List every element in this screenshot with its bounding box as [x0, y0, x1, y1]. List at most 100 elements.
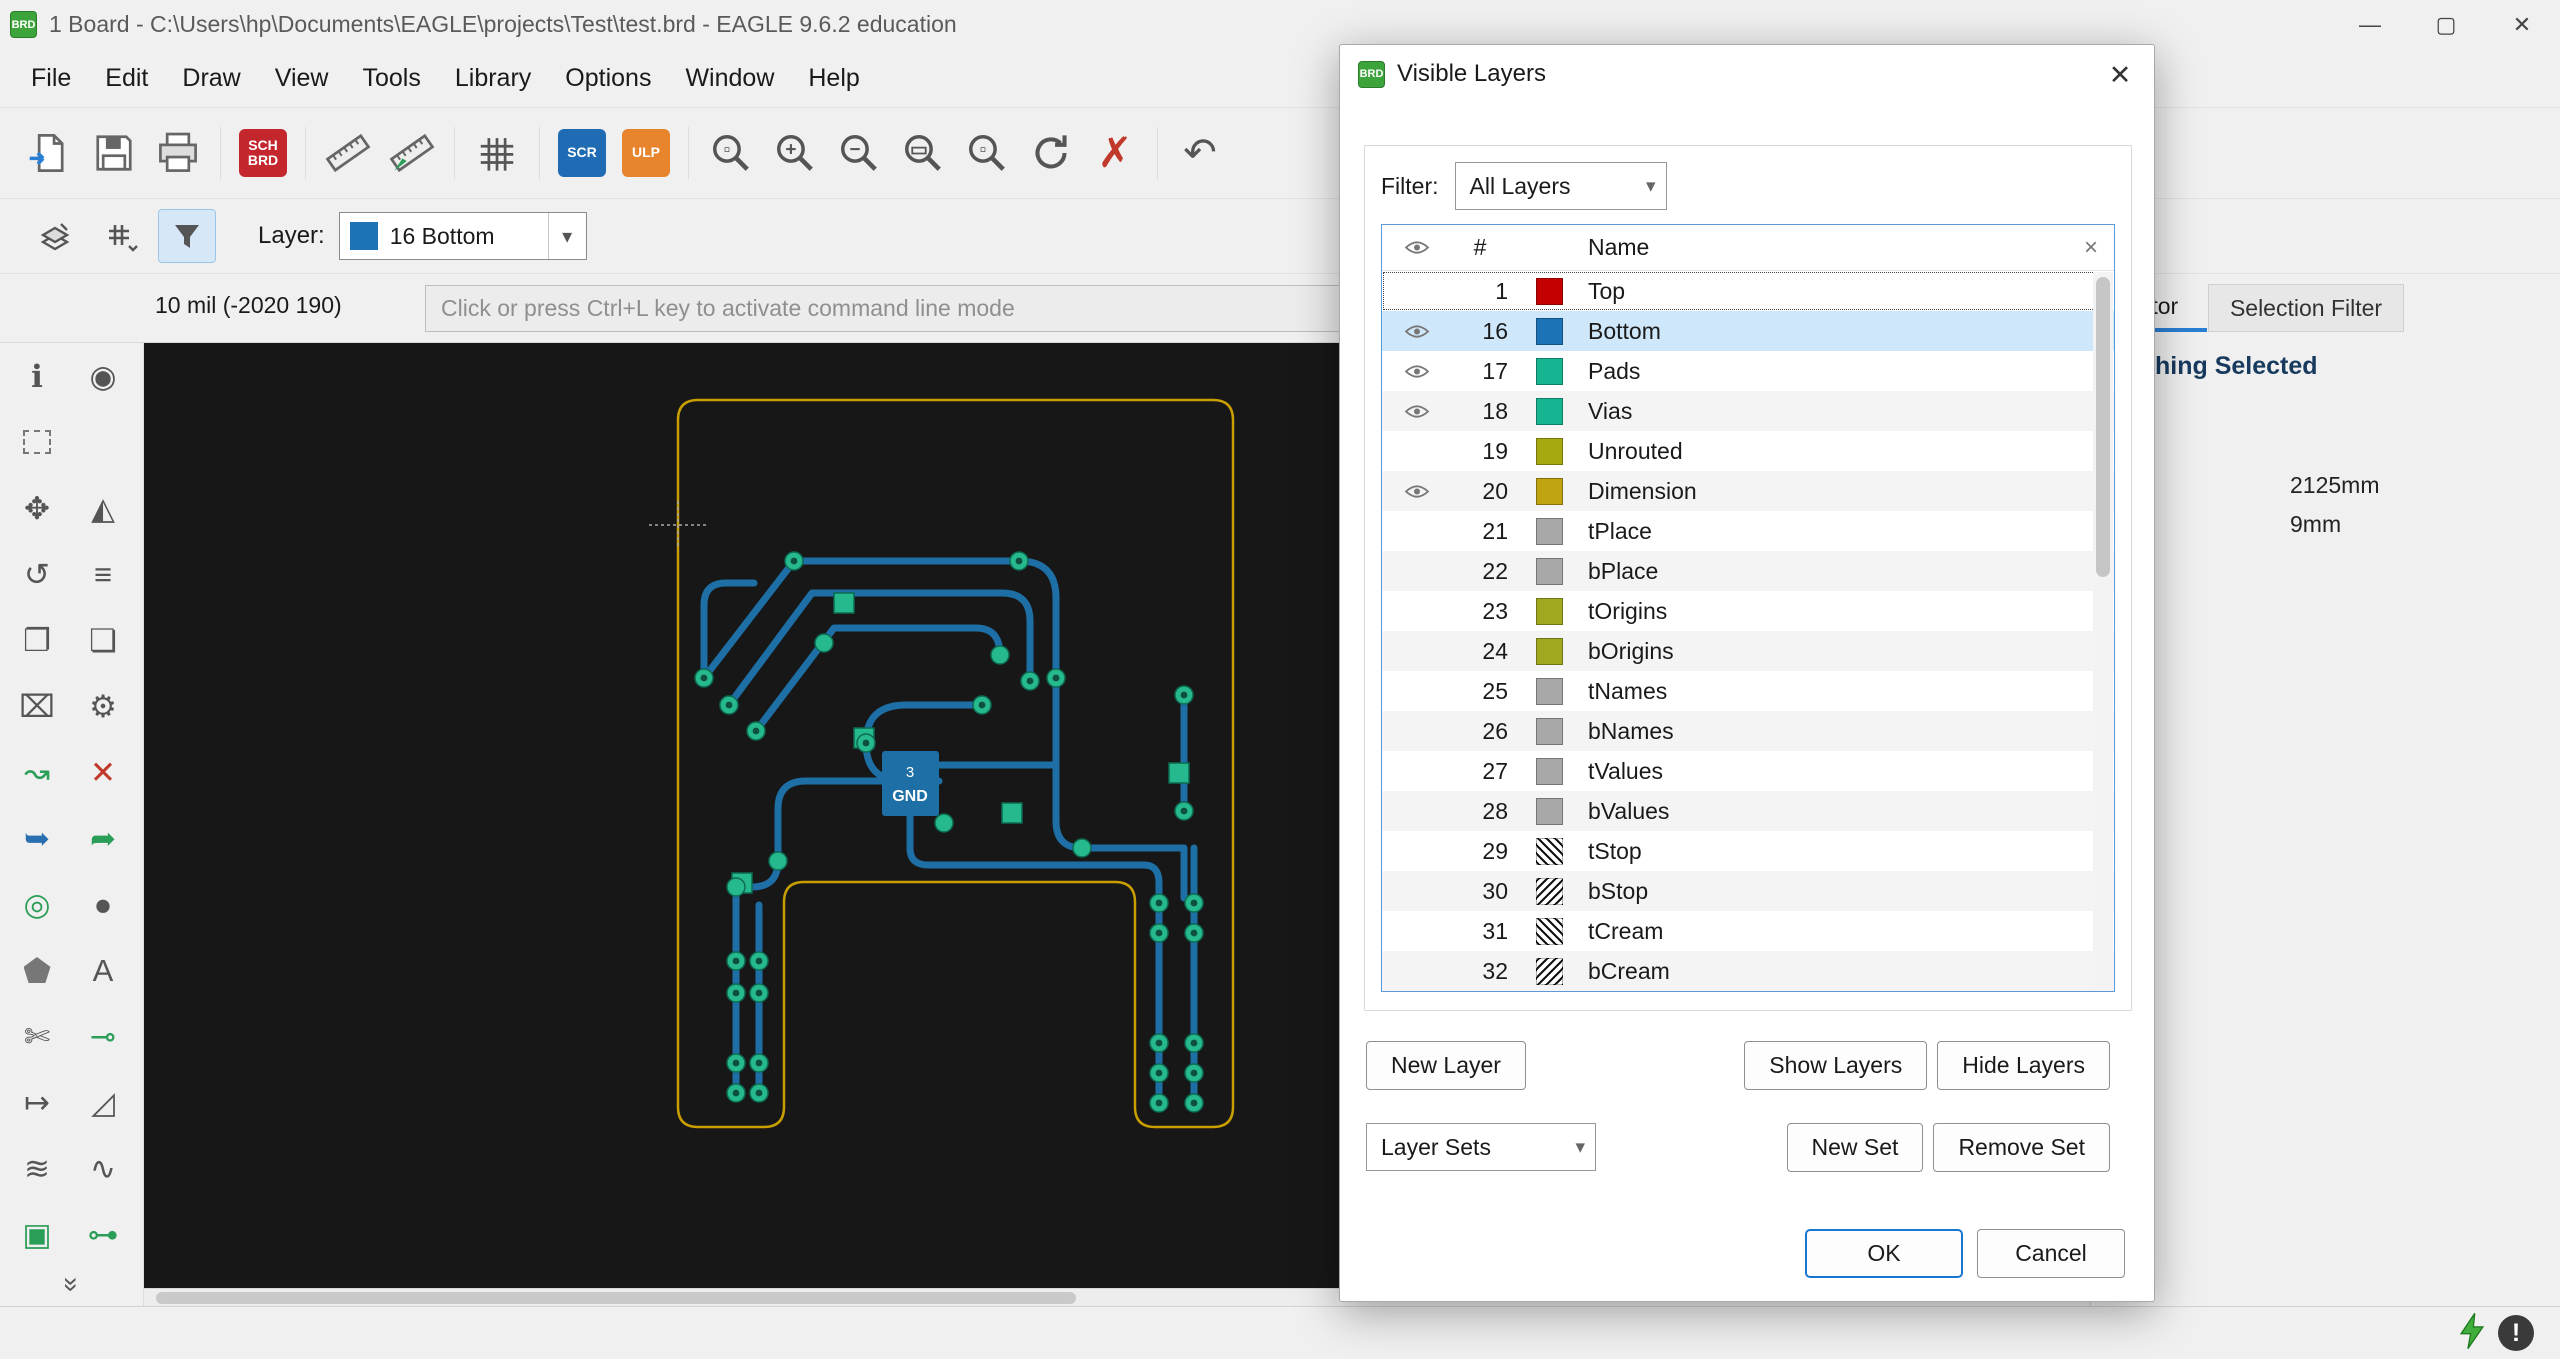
undo-button[interactable]: ↶ [1168, 121, 1232, 185]
schematic-board-toggle-button[interactable]: SCH BRD [231, 121, 295, 185]
layer-stack-icon[interactable] [26, 209, 84, 263]
layer-row-tOrigins[interactable]: 23 tOrigins [1382, 591, 2114, 631]
package-3d-icon[interactable]: ▣ [8, 1205, 66, 1263]
sidebar-collapse-chevron-icon[interactable]: » [0, 1269, 143, 1300]
layer-visibility-eye-icon[interactable] [1382, 404, 1452, 419]
layer-visibility-eye-icon[interactable] [1382, 484, 1452, 499]
grid-settings-icon[interactable] [92, 209, 150, 263]
select-marquee-icon[interactable] [8, 413, 66, 471]
measure-ruler-button[interactable] [316, 121, 380, 185]
layer-row-tCream[interactable]: 31 tCream [1382, 911, 2114, 951]
new-set-button[interactable]: New Set [1786, 1123, 1924, 1172]
print-button[interactable] [146, 121, 210, 185]
layer-row-bCream[interactable]: 32 bCream [1382, 951, 2114, 991]
polygon-icon[interactable] [8, 941, 66, 999]
layer-row-tStop[interactable]: 29 tStop [1382, 831, 2114, 871]
selection-filter-funnel-icon[interactable] [158, 209, 216, 263]
layer-row-Vias[interactable]: 18 Vias [1382, 391, 2114, 431]
dialog-close-icon[interactable]: ✕ [2094, 53, 2146, 97]
ulp-button[interactable]: ULP [614, 121, 678, 185]
show-layers-button[interactable]: Show Layers [1744, 1041, 1928, 1090]
zoom-redraw-button[interactable]: ▫ [955, 121, 1019, 185]
copy-icon[interactable]: ❐ [8, 611, 66, 669]
pin-icon[interactable]: ⊶ [74, 1205, 132, 1263]
maximize-button[interactable]: ▢ [2408, 0, 2484, 49]
menu-view[interactable]: View [258, 56, 346, 101]
layer-visibility-eye-icon[interactable] [1382, 364, 1452, 379]
measure-import-ruler-button[interactable] [380, 121, 444, 185]
zoom-out-button[interactable]: − [827, 121, 891, 185]
zoom-in-button[interactable]: + [763, 121, 827, 185]
wrench-icon[interactable]: ⚙ [74, 677, 132, 735]
delete-column-header[interactable]: × [2068, 234, 2114, 262]
menu-edit[interactable]: Edit [88, 56, 165, 101]
layer-row-bPlace[interactable]: 22 bPlace [1382, 551, 2114, 591]
menu-options[interactable]: Options [548, 56, 668, 101]
circle-icon[interactable]: ● [74, 875, 132, 933]
text-icon[interactable]: A [74, 941, 132, 999]
gnd-component[interactable]: 3 GND [882, 751, 939, 816]
name-column-header[interactable]: Name [1584, 234, 2068, 261]
delete-icon[interactable]: ⌧ [8, 677, 66, 735]
dimension-icon[interactable]: ↦ [8, 1073, 66, 1131]
layer-row-bNames[interactable]: 26 bNames [1382, 711, 2114, 751]
save-button[interactable] [82, 121, 146, 185]
menu-window[interactable]: Window [668, 56, 791, 101]
layer-row-bOrigins[interactable]: 24 bOrigins [1382, 631, 2114, 671]
zoom-fit-button[interactable]: ▭ [891, 121, 955, 185]
minimize-button[interactable]: — [2332, 0, 2408, 49]
route-icon[interactable]: ↝ [8, 743, 66, 801]
layer-row-Top[interactable]: 1 Top [1382, 271, 2114, 311]
menu-help[interactable]: Help [791, 56, 876, 101]
tab-selection-filter[interactable]: Selection Filter [2208, 284, 2404, 332]
layer-row-tPlace[interactable]: 21 tPlace [1382, 511, 2114, 551]
measure-icon[interactable]: ◿ [74, 1073, 132, 1131]
autorouter-lightning-icon[interactable] [2458, 1312, 2486, 1355]
menu-draw[interactable]: Draw [165, 56, 257, 101]
split-icon[interactable]: ✄ [8, 1007, 66, 1065]
layer-list-scrollbar[interactable] [2093, 272, 2113, 990]
menu-file[interactable]: File [14, 56, 88, 101]
dialog-title-bar[interactable]: BRD Visible Layers [1340, 45, 2154, 103]
layer-row-Pads[interactable]: 17 Pads [1382, 351, 2114, 391]
align-icon[interactable]: ≡ [74, 545, 132, 603]
error-alert-icon[interactable]: ! [2498, 1315, 2534, 1351]
remove-set-button[interactable]: Remove Set [1933, 1123, 2110, 1172]
layer-row-Unrouted[interactable]: 19 Unrouted [1382, 431, 2114, 471]
paste-icon[interactable]: ❏ [74, 611, 132, 669]
eye-icon[interactable]: ◉ [74, 347, 132, 405]
script-button[interactable]: SCR [550, 121, 614, 185]
menu-tools[interactable]: Tools [345, 56, 437, 101]
layer-row-Dimension[interactable]: 20 Dimension [1382, 471, 2114, 511]
ripup-icon[interactable]: ✕ [74, 743, 132, 801]
ok-button[interactable]: OK [1805, 1229, 1963, 1278]
rotate-icon[interactable]: ↺ [8, 545, 66, 603]
visibility-column-eye-icon[interactable] [1382, 240, 1452, 255]
menu-library[interactable]: Library [438, 56, 548, 101]
mirror-icon[interactable]: ◭ [74, 479, 132, 537]
bend-left-icon[interactable]: ➥ [8, 809, 66, 867]
refresh-button[interactable] [1019, 121, 1083, 185]
scrollbar-thumb[interactable] [2096, 277, 2110, 577]
bend-right-icon[interactable]: ➦ [74, 809, 132, 867]
number-column-header[interactable]: # [1452, 234, 1514, 261]
cancel-button[interactable]: Cancel [1977, 1229, 2125, 1278]
layer-row-bStop[interactable]: 30 bStop [1382, 871, 2114, 911]
zoom-select-button[interactable]: ▫ [699, 121, 763, 185]
miter-icon[interactable]: ⊸ [74, 1007, 132, 1065]
open-button[interactable] [18, 121, 82, 185]
layer-row-Bottom[interactable]: 16 Bottom [1382, 311, 2114, 351]
meander-icon[interactable]: ∿ [74, 1139, 132, 1197]
delete-tool-button[interactable]: ✗ [1083, 121, 1147, 185]
layer-visibility-eye-icon[interactable] [1382, 324, 1452, 339]
layer-dropdown[interactable]: 16 Bottom ▾ [338, 212, 587, 260]
signal-icon[interactable]: ≋ [8, 1139, 66, 1197]
close-button[interactable]: ✕ [2484, 0, 2560, 49]
layer-row-tValues[interactable]: 27 tValues [1382, 751, 2114, 791]
grid-button[interactable] [465, 121, 529, 185]
filter-dropdown[interactable]: All Layers ▾ [1454, 162, 1667, 210]
layer-row-tNames[interactable]: 25 tNames [1382, 671, 2114, 711]
info-icon[interactable]: ℹ [8, 347, 66, 405]
move-icon[interactable]: ✥ [8, 479, 66, 537]
via-icon[interactable]: ◎ [8, 875, 66, 933]
